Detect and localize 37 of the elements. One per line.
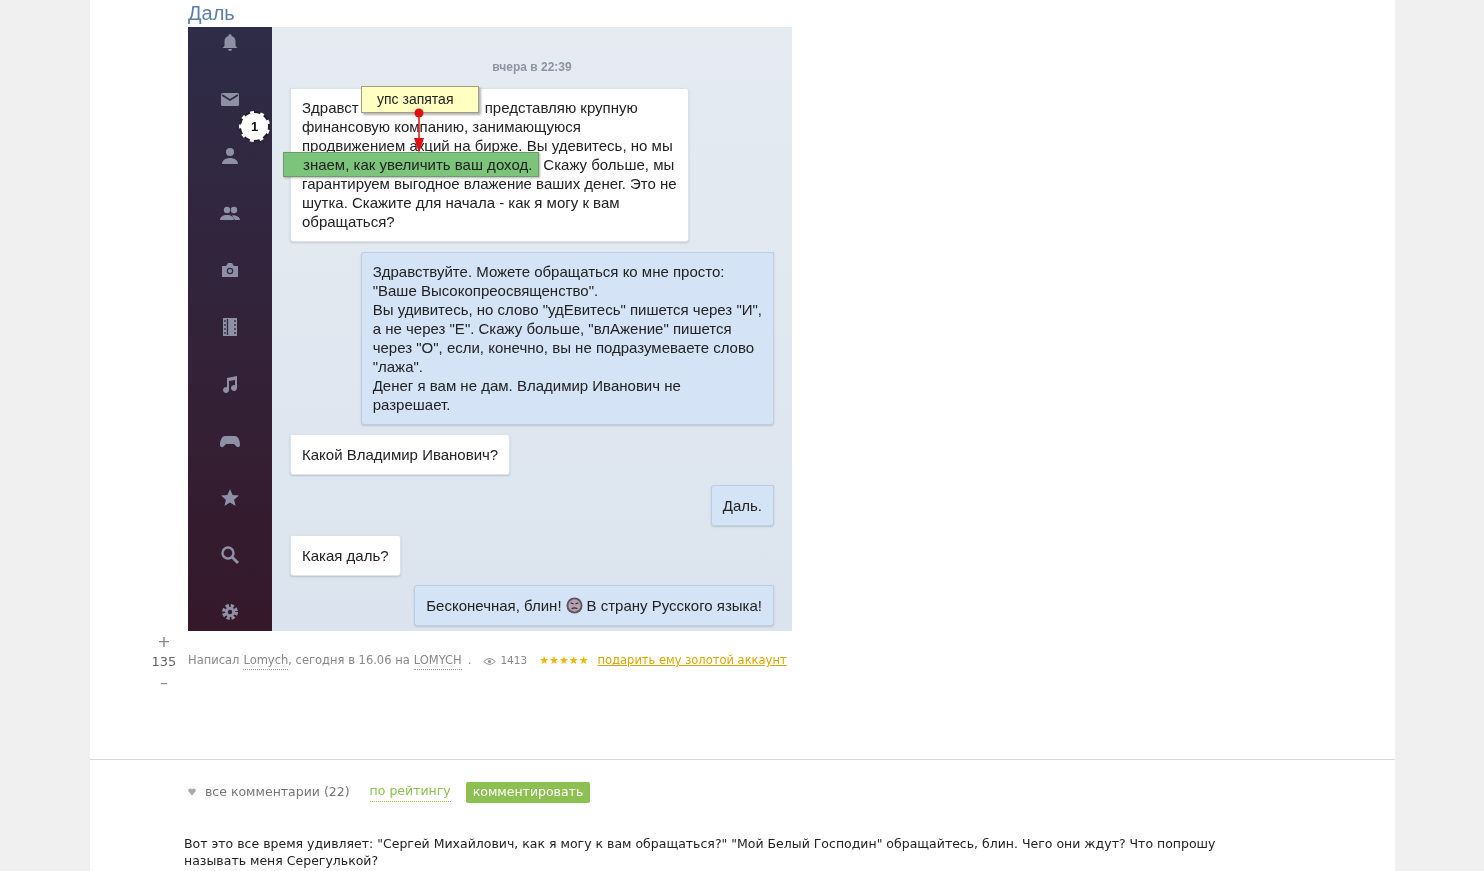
- message-text: Здравст: [302, 98, 359, 117]
- rating-score: 135: [151, 653, 177, 671]
- message-text: Здравствуйте. Можете обращаться ко мне просто:: [372, 262, 725, 281]
- message-text: Какая даль?: [302, 546, 389, 565]
- comment-button[interactable]: комментировать: [465, 781, 591, 803]
- message-text: шутка. Скажите для начала - как я могу к вам: [302, 193, 620, 212]
- message-text: "Ваше Высокопреосвященство".: [372, 281, 599, 300]
- upvote-button[interactable]: +: [157, 632, 171, 652]
- byline-text: , сегодня в 16.06 на: [288, 652, 410, 670]
- downvote-button[interactable]: –: [160, 672, 168, 694]
- view-count: 1413: [500, 653, 528, 669]
- message-text: разрешает.: [372, 395, 451, 414]
- community-link[interactable]: LOMYCH: [413, 651, 462, 671]
- message-text: представляю крупную: [484, 98, 638, 117]
- comment-text: Вот это все время удивляет: "Сергей Михайлович, как я могу к вам обращаться?" "Мой Белый Господин" обращайтесь, блин. Чего они ждут? Что попрошу называть меня Серегулькой?: [184, 835, 1217, 869]
- message-text: а не через "Е". Скажу больше, "влАжение" пишется: [372, 319, 732, 338]
- byline-text: Написал: [188, 652, 240, 670]
- post-title[interactable]: Даль: [188, 1, 1395, 25]
- message-text: через "О", если, конечно, вы не подразумеваете слово: [372, 338, 755, 357]
- message-text: Даль.: [722, 496, 762, 515]
- message-text: гарантируем выгодное влажение ваших денег. Это не: [302, 174, 677, 193]
- highlighted-text: знаем, как увеличить ваш доход.: [283, 152, 540, 177]
- message-timestamp: вчера в 22:39: [491, 60, 573, 74]
- all-comments-link[interactable]: все комментарии (22): [205, 782, 350, 802]
- message-text: Вы удивитесь, но слово "удЕвитесь" пишется через "И",: [372, 300, 762, 319]
- star-rating: ★★★★★: [539, 655, 589, 667]
- message-text: В страну Русского языка!: [586, 596, 762, 615]
- message-text: Какой Владимир Иванович?: [302, 445, 499, 464]
- callout-note: упс запятая: [361, 86, 479, 113]
- sort-link[interactable]: по рейтингу: [369, 782, 451, 802]
- message-text: "лажа".: [372, 357, 423, 376]
- message-text: обращаться?: [302, 212, 395, 231]
- gift-link[interactable]: подарить ему золотой аккаунт: [597, 652, 787, 670]
- message-text: Бесконечная, блин!: [426, 596, 562, 615]
- byline-text: .: [467, 652, 472, 670]
- message-text: Денег я вам не дам. Владимир Иванович не: [372, 376, 681, 395]
- message-text: Скажу больше, мы: [543, 155, 675, 174]
